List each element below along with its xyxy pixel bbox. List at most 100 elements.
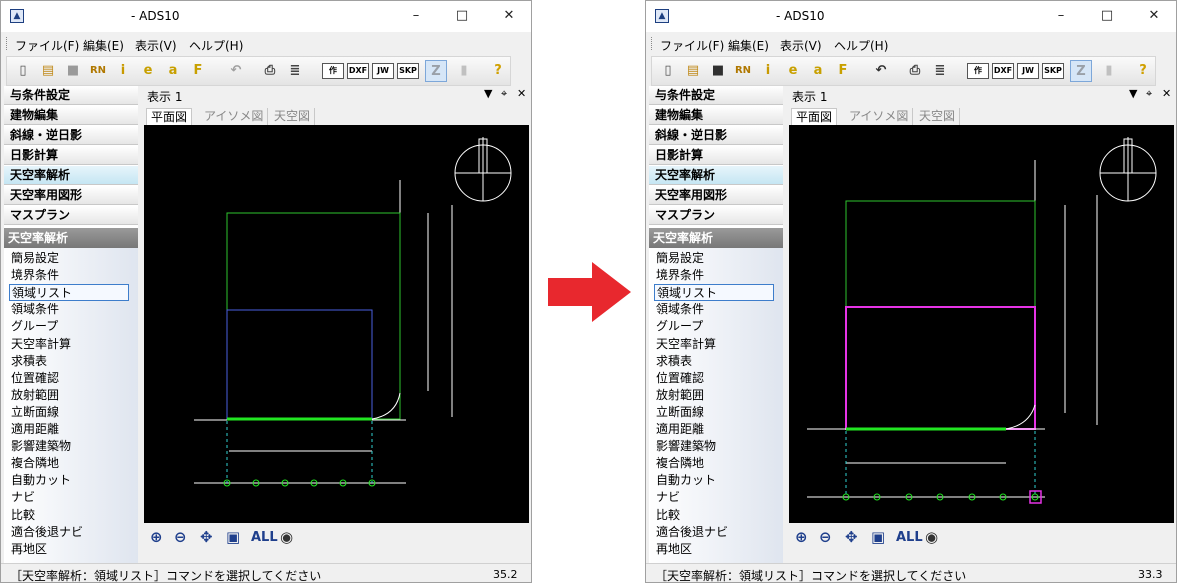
list-item[interactable]: グループ bbox=[656, 318, 703, 335]
list-item[interactable]: 再地区 bbox=[11, 541, 47, 558]
list-item[interactable]: 適用距離 bbox=[656, 421, 704, 438]
tab-view[interactable]: アイソメ図 bbox=[200, 108, 269, 125]
zoom-all-button[interactable]: ALL bbox=[251, 530, 278, 545]
zoom-in-icon[interactable]: ⊕ bbox=[795, 528, 808, 546]
zoom-window-icon[interactable]: ▣ bbox=[226, 528, 240, 546]
zoom-out-icon[interactable]: ⊖ bbox=[174, 528, 187, 546]
list-item[interactable]: 影響建築物 bbox=[11, 438, 71, 455]
nav-button[interactable]: 建物編集 bbox=[4, 106, 138, 125]
save-icon[interactable]: ■ bbox=[707, 60, 729, 82]
dropdown-arrow-icon[interactable]: ▼ bbox=[1129, 87, 1137, 100]
drawing-canvas[interactable] bbox=[789, 125, 1174, 523]
menu-item[interactable]: 表示(V) bbox=[780, 37, 822, 54]
new-file-icon[interactable]: ▯ bbox=[12, 60, 34, 82]
list-item[interactable]: 境界条件 bbox=[11, 267, 59, 284]
eye-icon[interactable]: ◉ bbox=[280, 528, 293, 546]
drawing-canvas[interactable] bbox=[144, 125, 529, 523]
list-item[interactable]: 求積表 bbox=[656, 353, 692, 370]
list-item[interactable]: 領域リスト bbox=[654, 284, 774, 302]
nav-button[interactable]: マスプラン bbox=[649, 206, 783, 225]
dxf-button[interactable]: DXF bbox=[992, 63, 1014, 79]
pan-icon[interactable]: ✥ bbox=[845, 528, 858, 546]
list-item[interactable]: 放射範囲 bbox=[656, 387, 704, 404]
nav-button[interactable]: 建物編集 bbox=[649, 106, 783, 125]
new-file-icon[interactable]: ▯ bbox=[657, 60, 679, 82]
zoom-out-icon[interactable]: ⊖ bbox=[819, 528, 832, 546]
z-button[interactable]: Z bbox=[1070, 60, 1092, 82]
minimize-button[interactable]: – bbox=[1046, 5, 1076, 27]
list-item[interactable]: 位置確認 bbox=[11, 370, 59, 387]
menu-grip[interactable] bbox=[6, 37, 9, 50]
list-item[interactable]: 領域リスト bbox=[9, 284, 129, 302]
tab-view[interactable]: 天空図 bbox=[270, 108, 316, 125]
e-button[interactable]: e bbox=[782, 60, 804, 82]
menu-item[interactable]: ヘルプ(H) bbox=[189, 37, 243, 54]
saku-button[interactable]: 作 bbox=[967, 63, 989, 79]
list-item[interactable]: 放射範囲 bbox=[11, 387, 59, 404]
nav-button[interactable]: 斜線・逆日影 bbox=[649, 126, 783, 145]
a-button[interactable]: a bbox=[162, 60, 184, 82]
list-item[interactable]: 比較 bbox=[656, 507, 680, 524]
tab-view[interactable]: 平面図 bbox=[146, 108, 193, 126]
tab-view[interactable]: 平面図 bbox=[791, 108, 838, 126]
close-button[interactable]: ✕ bbox=[1139, 5, 1169, 27]
list-item[interactable]: 立断面線 bbox=[656, 404, 704, 421]
list-item[interactable]: 自動カット bbox=[656, 472, 716, 489]
list-item[interactable]: 領域条件 bbox=[11, 301, 59, 318]
list-item[interactable]: 適合後退ナビ bbox=[11, 524, 83, 541]
nav-button[interactable]: 与条件設定 bbox=[649, 86, 783, 105]
saku-button[interactable]: 作 bbox=[322, 63, 344, 79]
eye-icon[interactable]: ◉ bbox=[925, 528, 938, 546]
zoom-all-button[interactable]: ALL bbox=[896, 530, 923, 545]
nav-button[interactable]: 天空率解析 bbox=[649, 166, 783, 185]
close-button[interactable]: ✕ bbox=[494, 5, 524, 27]
list-item[interactable]: 適合後退ナビ bbox=[656, 524, 728, 541]
nav-button[interactable]: 天空率用図形 bbox=[4, 186, 138, 205]
menu-item[interactable]: 表示(V) bbox=[135, 37, 177, 54]
nav-button[interactable]: 天空率用図形 bbox=[649, 186, 783, 205]
list-item[interactable]: 適用距離 bbox=[11, 421, 59, 438]
menu-item[interactable]: 編集(E) bbox=[728, 37, 769, 54]
close-pane-icon[interactable]: ✕ bbox=[517, 87, 526, 100]
maximize-button[interactable]: □ bbox=[1092, 5, 1122, 27]
close-pane-icon[interactable]: ✕ bbox=[1162, 87, 1171, 100]
list-item[interactable]: グループ bbox=[11, 318, 58, 335]
open-folder-icon[interactable]: ▤ bbox=[682, 60, 704, 82]
list-item[interactable]: 複合隣地 bbox=[11, 455, 59, 472]
print-icon[interactable]: ⎙ bbox=[904, 60, 926, 82]
list-item[interactable]: 比較 bbox=[11, 507, 35, 524]
minimize-button[interactable]: – bbox=[401, 5, 431, 27]
tab-view[interactable]: アイソメ図 bbox=[845, 108, 914, 125]
f-button[interactable]: F bbox=[832, 60, 854, 82]
nav-button[interactable]: マスプラン bbox=[4, 206, 138, 225]
skp-button[interactable]: SKP bbox=[1042, 63, 1064, 79]
maximize-button[interactable]: □ bbox=[447, 5, 477, 27]
list-item[interactable]: 領域条件 bbox=[656, 301, 704, 318]
list-item[interactable]: 立断面線 bbox=[11, 404, 59, 421]
list-item[interactable]: ナビ bbox=[656, 489, 680, 506]
save-icon[interactable]: ■ bbox=[62, 60, 84, 82]
nav-button[interactable]: 日影計算 bbox=[4, 146, 138, 165]
pan-icon[interactable]: ✥ bbox=[200, 528, 213, 546]
nav-button[interactable]: 日影計算 bbox=[649, 146, 783, 165]
skp-button[interactable]: SKP bbox=[397, 63, 419, 79]
list-item[interactable]: 自動カット bbox=[11, 472, 71, 489]
list-item[interactable]: 求積表 bbox=[11, 353, 47, 370]
menu-item[interactable]: ファイル(F) bbox=[660, 37, 724, 54]
list-item[interactable]: 天空率計算 bbox=[656, 336, 716, 353]
help-button[interactable]: ? bbox=[487, 60, 509, 82]
dropdown-arrow-icon[interactable]: ▼ bbox=[484, 87, 492, 100]
e-button[interactable]: e bbox=[137, 60, 159, 82]
f-button[interactable]: F bbox=[187, 60, 209, 82]
book-icon[interactable]: ▮ bbox=[1098, 60, 1120, 82]
undo-icon[interactable]: ↶ bbox=[870, 60, 892, 82]
list-item[interactable]: 天空率計算 bbox=[11, 336, 71, 353]
info-button[interactable]: i bbox=[112, 60, 134, 82]
pin-icon[interactable]: ⌖ bbox=[1146, 87, 1152, 101]
book-icon[interactable]: ▮ bbox=[453, 60, 475, 82]
menu-item[interactable]: 編集(E) bbox=[83, 37, 124, 54]
menu-item[interactable]: ヘルプ(H) bbox=[834, 37, 888, 54]
nav-button[interactable]: 斜線・逆日影 bbox=[4, 126, 138, 145]
menu-item[interactable]: ファイル(F) bbox=[15, 37, 79, 54]
help-button[interactable]: ? bbox=[1132, 60, 1154, 82]
